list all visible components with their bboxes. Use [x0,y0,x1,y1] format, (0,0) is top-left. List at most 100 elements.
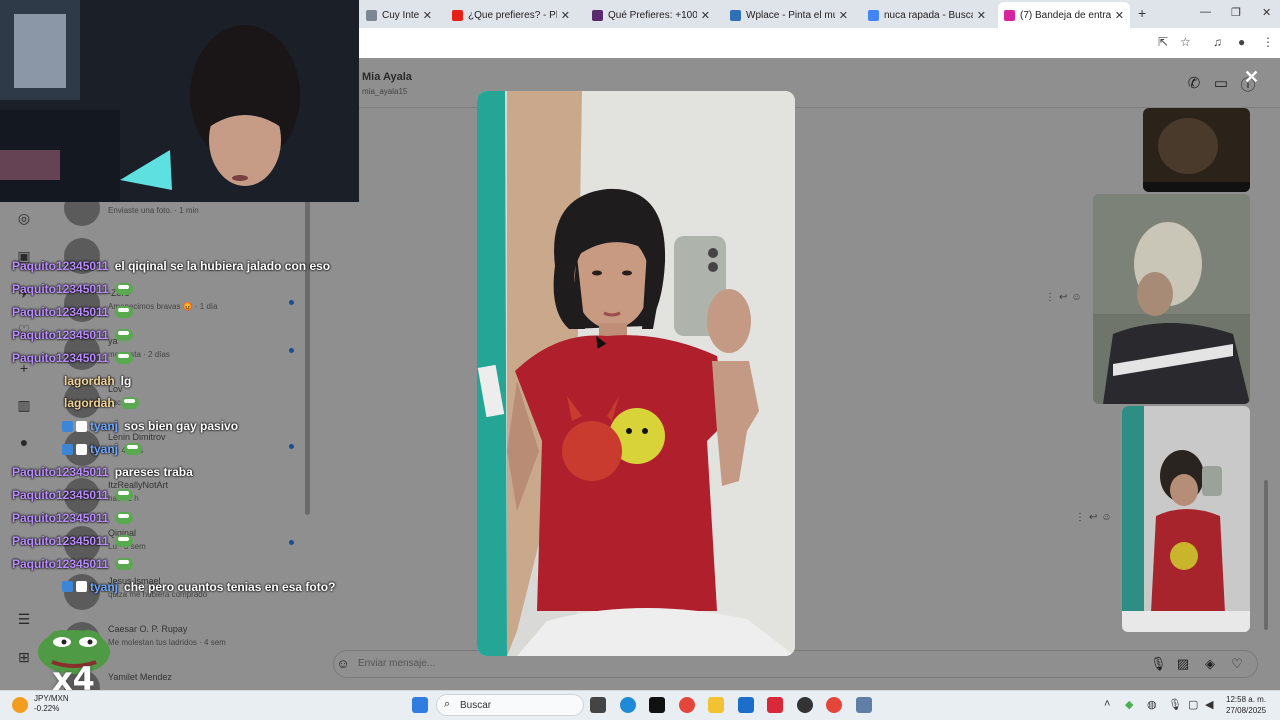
install-app-icon[interactable]: ⇱ [1158,35,1168,49]
taskbar-search-box[interactable] [436,694,584,716]
close-window-button[interactable]: ✕ [1262,6,1271,19]
system-clock[interactable]: 12:58 a. m. 27/08/2025 [1226,694,1266,716]
chat-username: tyanj [90,419,119,434]
edge-browser-icon[interactable] [620,697,636,713]
message-actions[interactable]: ⋮↩☺ [1045,292,1086,303]
tab-close-icon[interactable]: ✕ [977,9,986,22]
stock-ticker[interactable]: JPY/MXN -0.22% [34,694,69,714]
conversation-preview: Enviaste una foto. · 1 min [108,206,199,215]
tab-close-icon[interactable]: ✕ [1115,9,1124,22]
profile-icon[interactable]: ● [1238,35,1245,49]
chat-username: Paquito12345011 [12,556,109,571]
chat-username: tyanj [90,579,119,594]
tray-app-icon[interactable]: ◆ [1125,698,1133,711]
unread-dot [289,540,294,545]
minimize-button[interactable]: — [1200,6,1211,18]
conversation-scrollbar[interactable] [1264,480,1268,630]
app-icon-dark[interactable] [797,697,813,713]
voice-clip-icon[interactable]: 🎙 [1150,656,1167,672]
maximize-button[interactable]: ❐ [1231,6,1241,19]
stream-chat-message: Paquito12345011 [12,557,133,571]
bookmark-star-icon[interactable]: ☆ [1180,35,1191,49]
message-input-placeholder[interactable]: Enviar mensaje... [358,658,435,669]
browser-tab[interactable]: Cuy Interdimen ✕ [360,4,438,26]
taskbar-search-placeholder[interactable]: Buscar [460,700,491,711]
settings-gear-icon[interactable] [856,697,872,713]
browser-tab[interactable]: ¿Que prefieres? - Play o X ✕ [446,4,576,26]
search-icon: ⌕ [444,698,451,710]
chat-message-text: sos bien gay pasivo [124,419,239,434]
stream-chat-message: tyanj sos bien gay pasivo [62,419,238,433]
chat-username: Paquito12345011 [12,510,109,525]
browser-tab[interactable]: (7) Bandeja de entrada • I ✕ [998,2,1130,28]
network-icon[interactable]: ◍ [1147,698,1157,711]
clock-time: 12:58 a. m. [1226,695,1267,704]
browser-tab[interactable]: nuca rapada - Buscar con ✕ [862,4,992,26]
stock-widget-icon[interactable] [12,697,28,713]
wifi-icon[interactable]: ▢ [1188,698,1198,711]
task-view-icon[interactable] [590,697,606,713]
close-modal-icon[interactable]: ✕ [1244,67,1259,88]
chat-username: Paquito12345011 [12,350,109,365]
tab-favicon-icon [1004,9,1015,21]
profile-avatar-icon[interactable]: ● [16,434,32,450]
like-heart-icon[interactable]: ♡ [1229,656,1245,672]
tab-favicon-icon [730,9,741,21]
show-hidden-icons-icon[interactable]: ˄ [1104,698,1110,710]
tiktok-icon[interactable] [649,697,665,713]
message-actions[interactable]: ⋮↩☺ [1075,512,1116,523]
chat-message-text: lg [120,373,132,388]
microphone-icon[interactable]: 🎙 [1168,698,1182,711]
stream-chat-message: tyanj [62,442,143,457]
stream-chat-message: Paquito12345011 [12,511,133,525]
sent-photo-thumbnail[interactable] [1122,406,1250,632]
message-composer[interactable] [333,650,1258,678]
more-menu-icon[interactable]: ☰ [16,611,32,627]
stream-chat-message: Paquito12345011 el qiqinal se la hubiera … [12,259,330,273]
chat-badge-icon [62,443,73,455]
emoji-icon[interactable]: ☺ [335,656,351,671]
sticker-icon[interactable]: ◈ [1202,656,1218,672]
tab-close-icon[interactable]: ✕ [701,9,710,22]
video-call-icon[interactable]: ▭ [1212,74,1230,92]
conversation-preview: Me molestan tus ladridos · 4 sem [108,638,226,647]
tab-close-icon[interactable]: ✕ [561,9,570,22]
app-icon-w[interactable] [767,697,783,713]
chrome-active-icon[interactable] [826,697,842,713]
chat-username: Paquito12345011 [12,327,109,342]
browser-tab[interactable]: Wplace - Pinta el mundo ✕ [724,4,854,26]
start-menu-icon[interactable] [412,697,428,713]
chat-contact-username: mia_ayala15 [362,87,408,96]
microsoft-store-icon[interactable] [738,697,754,713]
media-controls-icon[interactable]: ♫ [1213,35,1222,49]
tab-title: Wplace - Pinta el mundo [746,9,835,21]
tab-favicon-icon [452,9,463,21]
chat-contact-name[interactable]: Mia Ayala [362,71,412,83]
add-photo-icon[interactable]: ▨ [1175,656,1191,672]
browser-tab[interactable]: Qué Prefieres: +100 Preg ✕ [586,4,716,26]
new-tab-button[interactable]: + [1138,5,1146,21]
file-explorer-icon[interactable] [708,697,724,713]
pepe-emote-icon [114,351,133,364]
tab-close-icon[interactable]: ✕ [839,9,848,22]
stream-chat-message: lagordah [64,396,139,410]
dashboard-icon[interactable]: ▥ [16,397,32,413]
pepe-emote-icon [120,397,139,410]
stream-chat-message: lagordah lg [64,374,131,388]
tab-close-icon[interactable]: ✕ [423,9,432,22]
explore-icon[interactable]: ◎ [16,210,32,226]
volume-icon[interactable]: ◀ [1205,698,1213,711]
inbox-scrollbar[interactable] [305,200,310,515]
conversation-name: Lenin Dimitrov [108,432,166,442]
sent-photo-thumbnail[interactable] [1093,194,1250,404]
sent-photo-thumbnail[interactable] [1143,108,1250,192]
also-from-meta-icon[interactable]: ⊞ [16,649,32,665]
ticker-change: -0.22% [34,704,60,713]
chat-badge-icon [76,443,87,455]
chrome-icon[interactable] [679,697,695,713]
audio-call-icon[interactable]: ✆ [1185,74,1203,92]
chat-username: tyanj [90,442,119,457]
pepe-emote-icon [114,557,133,570]
unread-dot [289,444,294,449]
browser-menu-icon[interactable]: ⋮ [1262,35,1274,49]
